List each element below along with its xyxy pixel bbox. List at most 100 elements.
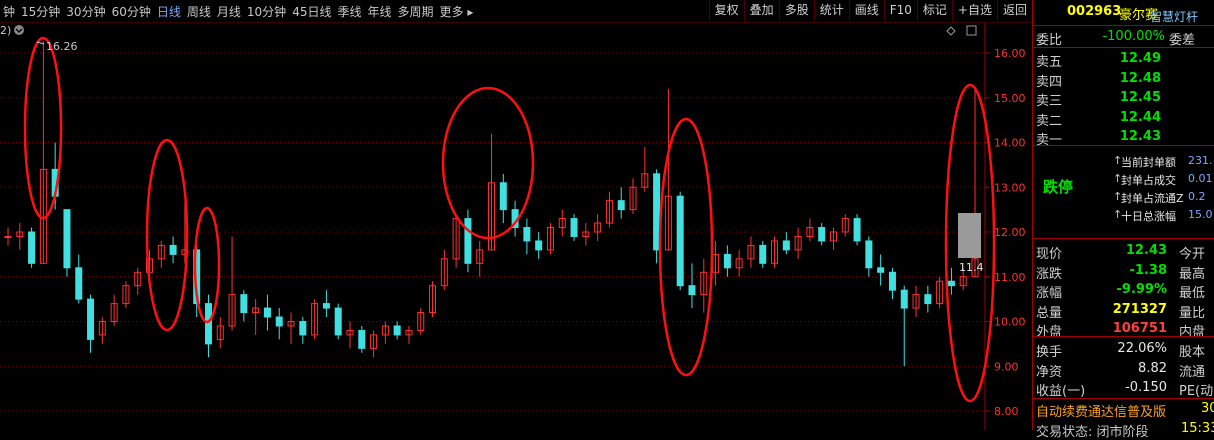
candle-body[interactable] <box>617 200 625 211</box>
candle-body[interactable] <box>570 218 578 237</box>
toolbar-button-0[interactable]: 复权 <box>708 0 744 21</box>
candle-body[interactable] <box>535 240 543 251</box>
toolbar-button-8[interactable]: 返回 <box>996 0 1032 21</box>
ask-price: 12.48 <box>1119 70 1161 86</box>
stat-value: 8.82 <box>1138 360 1167 376</box>
price-label: 14.00 <box>994 137 1026 150</box>
candle-body[interactable] <box>169 244 177 255</box>
period-tab-12[interactable]: 更多 ▸ <box>437 3 477 20</box>
candle-body[interactable] <box>275 316 283 327</box>
candle-body[interactable] <box>28 231 36 264</box>
period-tab-4[interactable]: 日线 <box>154 3 184 20</box>
stock-header: 002963 豪尔赛 智慧灯杆 <box>1033 2 1214 25</box>
candle-body[interactable] <box>75 267 83 300</box>
quote-value: -1.38 <box>1129 262 1167 278</box>
period-tab-8[interactable]: 45日线 <box>289 3 334 20</box>
corner-label: 2) <box>0 24 11 37</box>
period-tab-6[interactable]: 月线 <box>214 3 244 20</box>
candle-body[interactable] <box>676 195 684 287</box>
quote-value: 106751 <box>1112 321 1167 336</box>
status-time: 15:33 <box>1181 421 1214 436</box>
marquee-row[interactable]: 自动续费通达信普及版 30 <box>1033 398 1214 420</box>
divider <box>1033 145 1214 146</box>
toolbar-button-3[interactable]: 统计 <box>813 0 849 21</box>
candle-body[interactable] <box>653 173 661 251</box>
quote-value: -9.99% <box>1116 282 1168 297</box>
candle-body[interactable] <box>947 280 955 287</box>
kline-chart[interactable]: 16.00 15.00 14.00 13.00 12.00 11.00 10.00 9.00 8… <box>0 23 1032 430</box>
candle-body[interactable] <box>4 235 12 238</box>
period-tab-0[interactable]: 钟 <box>0 3 18 20</box>
candle-body[interactable] <box>877 267 885 273</box>
up-arrow-icon: ↑ <box>1113 172 1123 185</box>
last-candle-box <box>958 213 981 258</box>
period-tab-5[interactable]: 周线 <box>184 3 214 20</box>
candle-body[interactable] <box>299 321 307 336</box>
candle-body[interactable] <box>334 307 342 336</box>
toolbar-button-6[interactable]: 标记 <box>916 0 952 21</box>
concept-tag[interactable]: 智慧灯杆 <box>1150 8 1198 25</box>
candle-body[interactable] <box>358 329 366 349</box>
candle-body[interactable] <box>499 182 507 211</box>
weicha-label: 委差 <box>1169 33 1196 48</box>
seal-row: 十日总涨幅 15.0 ↑ <box>1033 205 1214 227</box>
period-tab-7[interactable]: 10分钟 <box>244 3 289 20</box>
seal-value: 0.2 <box>1188 190 1206 203</box>
divider <box>1033 238 1214 239</box>
up-arrow-icon: ↑ <box>1113 190 1123 203</box>
marquee-number: 30 <box>1201 401 1214 416</box>
toolbar-button-7[interactable]: +自选 <box>951 0 997 21</box>
period-tab-11[interactable]: 多周期 <box>395 3 437 20</box>
candle-body[interactable] <box>865 240 873 269</box>
period-tab-9[interactable]: 季线 <box>334 3 364 20</box>
chart-menu-icon[interactable] <box>14 25 24 35</box>
quote-panel: 002963 豪尔赛 智慧灯杆 委比 -100.00% 委差 卖五 12.49 卖四… <box>1032 0 1214 440</box>
candle-body[interactable] <box>322 303 330 309</box>
price-label: 15.00 <box>994 92 1026 105</box>
candle-body[interactable] <box>87 298 95 340</box>
period-tab-10[interactable]: 年线 <box>364 3 394 20</box>
candle-body[interactable] <box>900 289 908 309</box>
candle-body[interactable] <box>924 294 932 305</box>
trade-status: 交易状态: 闭市阶段 <box>1036 425 1149 440</box>
toolbar-button-4[interactable]: 画线 <box>848 0 884 21</box>
period-tab-1[interactable]: 15分钟 <box>18 3 63 20</box>
top-toolbar: 钟 15分钟 30分钟 60分钟 日线 周线 月线 10分钟 45日线 季线 年线 多周期 更多 ▸ 复… <box>0 0 1032 23</box>
ask-price: 12.43 <box>1119 129 1161 144</box>
candle-body[interactable] <box>782 240 790 251</box>
up-arrow-icon: ↑ <box>1113 154 1123 167</box>
toolbar-button-5[interactable]: F10 <box>883 0 917 21</box>
candle-body[interactable] <box>723 253 731 269</box>
toolbar-button-1[interactable]: 叠加 <box>743 0 779 21</box>
period-tab-2[interactable]: 30分钟 <box>63 3 108 20</box>
candle-body[interactable] <box>759 244 767 264</box>
toolbar-button-2[interactable]: 多股 <box>778 0 814 21</box>
candle-body[interactable] <box>818 227 826 242</box>
price-label: 11.00 <box>994 271 1026 284</box>
period-tab-3[interactable]: 60分钟 <box>109 3 154 20</box>
price-label: 10.00 <box>994 316 1026 329</box>
candle-body[interactable] <box>523 227 531 242</box>
quote-value: 271327 <box>1112 301 1167 317</box>
stat-label: 收益(一) <box>1036 384 1086 399</box>
seal-label: 封单占成交 <box>1121 174 1176 187</box>
candle-body[interactable] <box>263 307 271 318</box>
weibi-label: 委比 <box>1036 33 1063 48</box>
weibi-value: -100.00% <box>1102 29 1165 44</box>
quote-value: 12.43 <box>1125 243 1167 258</box>
candle-body[interactable] <box>240 294 248 314</box>
candle-body[interactable] <box>464 218 472 264</box>
candle-body[interactable] <box>393 325 401 336</box>
ask-price: 12.49 <box>1119 51 1161 66</box>
candle-body[interactable] <box>888 271 896 291</box>
price-label: 8.00 <box>994 405 1019 418</box>
weibi-row: 委比 -100.00% 委差 <box>1033 26 1214 48</box>
candle-body[interactable] <box>688 285 696 296</box>
tool-buttons: 复权 叠加 多股 统计 画线 F10 标记 +自选 返回 <box>708 0 1032 22</box>
candle-body[interactable] <box>853 218 861 242</box>
candle-body[interactable] <box>63 209 71 269</box>
price-label: 12.00 <box>994 226 1026 239</box>
period-tabs: 钟 15分钟 30分钟 60分钟 日线 周线 月线 10分钟 45日线 季线 年线 多周期 更多 ▸ <box>0 0 476 22</box>
candle-body[interactable] <box>204 303 212 345</box>
seal-value: 15.0 <box>1188 208 1213 221</box>
